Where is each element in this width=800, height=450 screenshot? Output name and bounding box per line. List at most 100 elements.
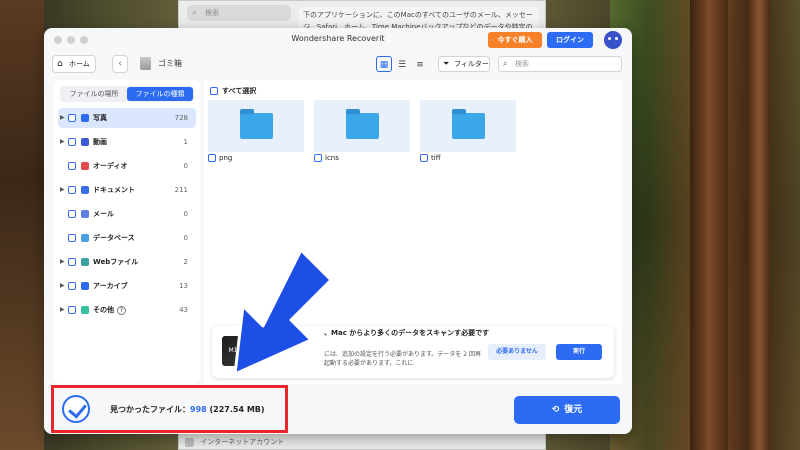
home-button[interactable]: ⌂ ホーム	[52, 55, 96, 73]
checkbox[interactable]	[68, 234, 76, 242]
filter-button[interactable]: ⏷ フィルター	[438, 56, 490, 72]
breadcrumb: ゴミ箱	[158, 59, 182, 68]
assistant-robot-icon[interactable]	[604, 31, 622, 49]
recover-icon: ⟲	[551, 405, 560, 415]
checkbox[interactable]	[68, 306, 76, 314]
expand-arrow-icon[interactable]: ▶	[60, 276, 65, 296]
checkbox[interactable]	[420, 154, 428, 162]
sidebar-item-documents[interactable]: ▶ ドキュメント 211	[58, 180, 196, 200]
buy-now-button[interactable]: 今すぐ購入	[488, 32, 542, 48]
background-list-item[interactable]: インターネットアカウント	[185, 437, 284, 447]
filter-icon: ⏷	[443, 59, 450, 68]
execute-button[interactable]: 実行	[556, 344, 602, 360]
database-icon	[81, 234, 89, 242]
checkbox[interactable]	[68, 138, 76, 146]
folder-icon	[240, 109, 273, 139]
sidebar-item-archive[interactable]: ▶ アーカイブ 13	[58, 276, 196, 296]
toolbar: ⌂ ホーム ‹ ゴミ箱 ▦ ☰ ≡ ⏷ フィルター ⌕ 検索	[44, 52, 632, 80]
home-button-label: ホーム	[69, 60, 90, 68]
checkbox[interactable]	[314, 154, 322, 162]
tab-file-location[interactable]: ファイルの場所	[61, 87, 127, 101]
expand-arrow-icon[interactable]: ▶	[60, 300, 65, 320]
sidebar-item-count: 1	[183, 138, 188, 146]
back-button[interactable]: ‹	[112, 55, 128, 73]
sidebar-item-label: オーディオ	[93, 162, 128, 170]
folder-name: icns	[314, 154, 339, 162]
checkbox[interactable]	[68, 186, 76, 194]
sidebar-item-audio[interactable]: オーディオ 0	[58, 156, 196, 176]
sidebar-item-photos[interactable]: ▶ 写真 728	[58, 108, 196, 128]
sidebar: ファイルの場所 ファイルの種類 ▶ 写真 728 ▶ 動画 1 オーディオ 0 …	[54, 80, 200, 384]
select-all-checkbox[interactable]: すべて選択	[210, 86, 256, 96]
checkbox[interactable]	[208, 154, 216, 162]
sidebar-item-mail[interactable]: メール 0	[58, 204, 196, 224]
folder-thumbnail	[314, 100, 410, 152]
home-icon: ⌂	[57, 59, 63, 69]
checkbox[interactable]	[68, 258, 76, 266]
tab-file-type[interactable]: ファイルの種類	[127, 87, 193, 101]
sidebar-item-label: その他?	[93, 300, 126, 320]
expand-arrow-icon[interactable]: ▶	[60, 252, 65, 272]
recover-button-label: 復元	[564, 405, 583, 415]
highlight-annotation-box	[51, 385, 288, 433]
view-mode-switcher: ▦ ☰ ≡	[376, 56, 430, 72]
search-placeholder: 検索	[515, 60, 529, 68]
checkbox[interactable]	[210, 87, 218, 95]
wallpaper-tree	[690, 0, 728, 450]
folder-name: tiff	[420, 154, 441, 162]
list-view-icon[interactable]: ☰	[394, 57, 410, 73]
recover-button[interactable]: ⟲ 復元	[514, 396, 620, 424]
sidebar-item-web-files[interactable]: ▶ Webファイル 2	[58, 252, 196, 272]
folder-icon	[346, 109, 379, 139]
sidebar-item-database[interactable]: データベース 0	[58, 228, 196, 248]
grid-view-icon[interactable]: ▦	[376, 56, 392, 72]
not-needed-button[interactable]: 必要ありません	[488, 344, 546, 360]
sidebar-item-count: 211	[174, 186, 188, 194]
wallpaper-tree	[748, 0, 770, 450]
search-input[interactable]: ⌕ 検索	[498, 56, 622, 72]
photo-icon	[81, 114, 89, 122]
expand-arrow-icon[interactable]: ▶	[60, 180, 65, 200]
search-icon: ⌕	[192, 8, 198, 18]
checkbox[interactable]	[68, 162, 76, 170]
sidebar-item-label: データベース	[93, 234, 135, 242]
folder-name-text: icns	[325, 154, 339, 162]
login-button[interactable]: ログイン	[547, 32, 593, 48]
checkbox[interactable]	[68, 114, 76, 122]
sidebar-item-count: 0	[183, 210, 188, 218]
internet-accounts-icon	[185, 437, 194, 447]
expand-arrow-icon[interactable]: ▶	[60, 108, 65, 128]
trash-icon	[140, 57, 151, 70]
archive-icon	[81, 282, 89, 290]
sidebar-item-count: 13	[179, 282, 188, 290]
sidebar-item-count: 0	[183, 162, 188, 170]
sidebar-item-video[interactable]: ▶ 動画 1	[58, 132, 196, 152]
title-bar: Wondershare Recoverit 今すぐ購入 ログイン	[44, 28, 632, 52]
sidebar-item-count: 0	[183, 234, 188, 242]
checkbox[interactable]	[68, 210, 76, 218]
folder-thumbnail	[208, 100, 304, 152]
wallpaper-left	[0, 0, 44, 450]
sidebar-item-count: 2	[183, 258, 188, 266]
expand-arrow-icon[interactable]: ▶	[60, 132, 65, 152]
sidebar-item-other[interactable]: ▶ その他? 43	[58, 300, 196, 320]
sidebar-item-label: メール	[93, 210, 114, 218]
chevron-left-icon: ‹	[118, 59, 122, 69]
window-title: Wondershare Recoverit	[291, 34, 385, 43]
search-icon: ⌕	[503, 59, 508, 68]
sidebar-item-label: アーカイブ	[93, 282, 128, 290]
folder-card[interactable]: icns	[314, 100, 410, 166]
annotation-arrow-icon	[233, 248, 333, 376]
sidebar-item-label: 動画	[93, 138, 107, 146]
background-search-field[interactable]: ⌕ 検索	[187, 5, 291, 21]
sidebar-item-label: 写真	[93, 114, 107, 122]
sidebar-item-label: Webファイル	[93, 258, 139, 266]
filter-button-label: フィルター	[454, 60, 489, 68]
detail-view-icon[interactable]: ≡	[412, 57, 428, 73]
sidebar-segmented-control: ファイルの場所 ファイルの種類	[60, 86, 194, 102]
checkbox[interactable]	[68, 282, 76, 290]
help-icon[interactable]: ?	[117, 306, 126, 315]
folder-card[interactable]: tiff	[420, 100, 516, 166]
folder-card[interactable]: png	[208, 100, 304, 166]
mail-icon	[81, 210, 89, 218]
